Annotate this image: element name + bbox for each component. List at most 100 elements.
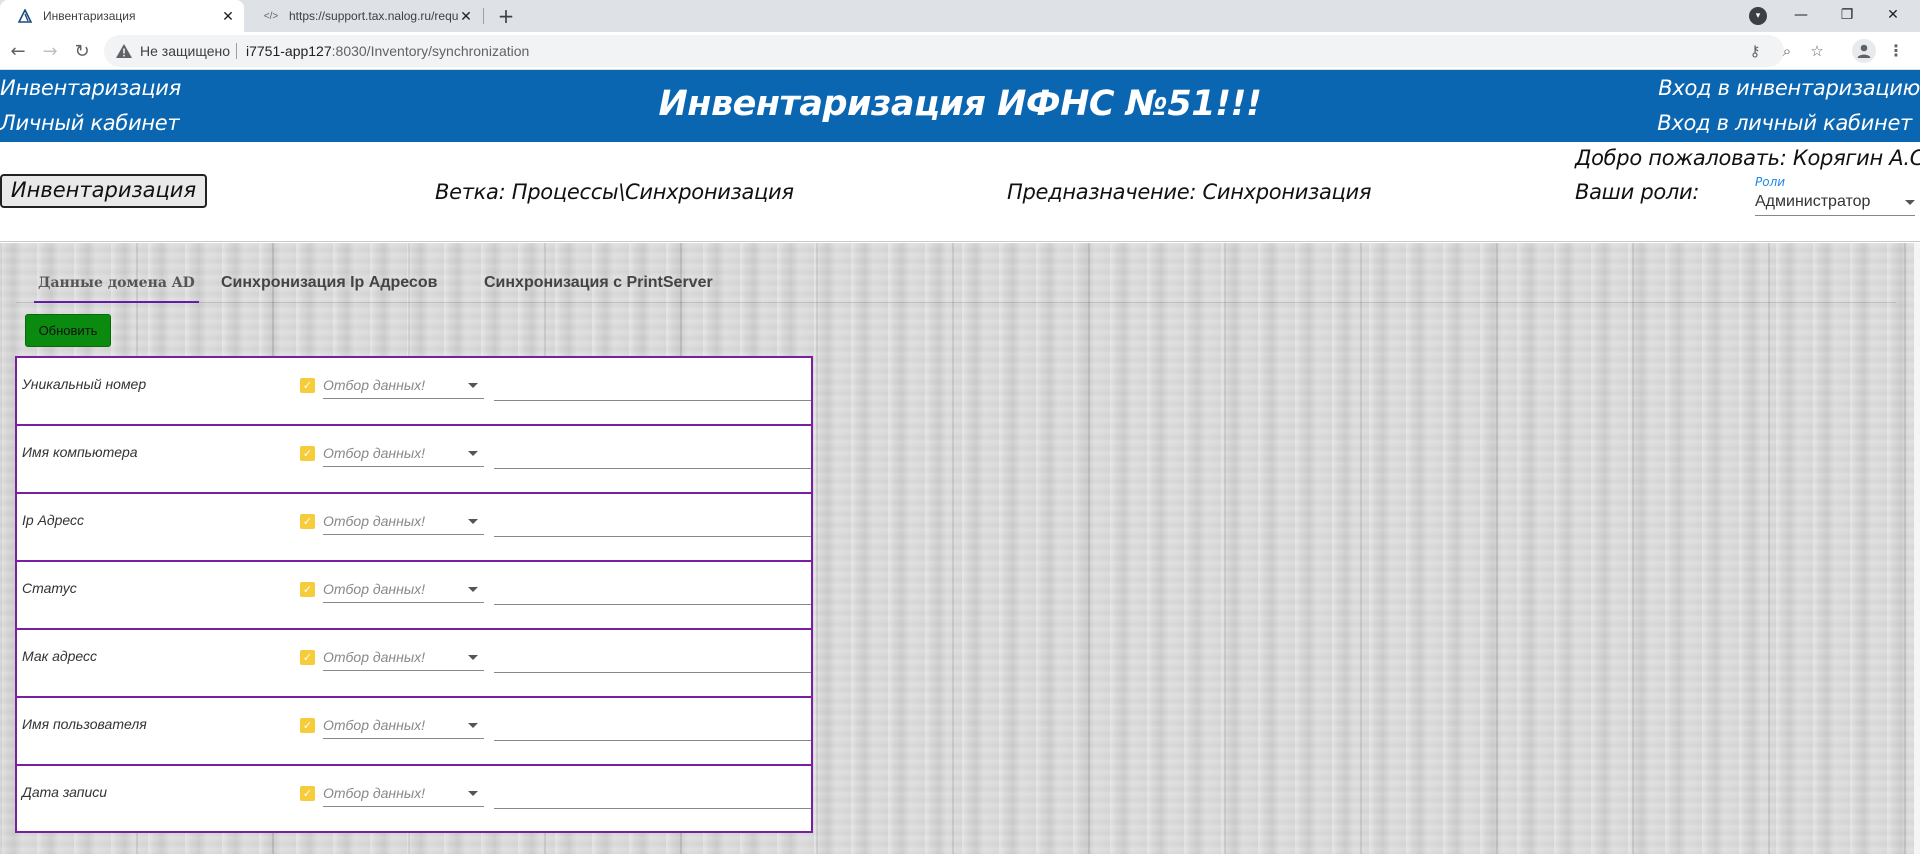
filter-select-placeholder: Отбор данных!: [323, 445, 426, 461]
url-path: :8030/Inventory/synchronization: [331, 43, 530, 59]
tabs-divider: [16, 302, 1896, 303]
tab-ad-data[interactable]: Данные домена AD: [34, 265, 199, 303]
filter-panel: Уникальный номер ✓ Отбор данных! Имя ком…: [15, 356, 813, 833]
app-header: Инвентаризация Личный кабинет Инвентариз…: [0, 70, 1920, 142]
tab-ip-sync[interactable]: Синхронизация Ip Адресов: [221, 265, 437, 301]
minimize-icon[interactable]: —: [1778, 0, 1824, 30]
zoom-icon[interactable]: ⌕: [1778, 42, 1796, 60]
browser-tab-title: Инвентаризация: [43, 9, 136, 23]
filter-select[interactable]: Отбор данных!: [323, 780, 484, 807]
filter-value-input[interactable]: [494, 712, 811, 741]
filter-value-input[interactable]: [494, 576, 811, 605]
filter-select[interactable]: Отбор данных!: [323, 576, 484, 603]
filter-row: Имя компьютера ✓ Отбор данных!: [15, 424, 813, 492]
filter-select[interactable]: Отбор данных!: [323, 644, 484, 671]
filter-checkbox[interactable]: ✓: [300, 378, 315, 393]
forward-icon[interactable]: →: [38, 39, 62, 63]
url-text[interactable]: i7751-app127:8030/Inventory/synchronizat…: [246, 43, 529, 59]
filter-value-input[interactable]: [494, 372, 811, 401]
chevron-down-icon: [468, 383, 478, 388]
close-tab-icon[interactable]: ✕: [458, 8, 474, 24]
welcome-text: Добро пожаловать: Корягин А.С.: [1575, 146, 1920, 170]
filter-label: Статус: [22, 580, 77, 596]
chevron-down-icon: [468, 451, 478, 456]
filter-row: Имя пользователя ✓ Отбор данных!: [15, 696, 813, 764]
chevron-down-icon: [1905, 200, 1915, 205]
tab-separator: [483, 8, 484, 24]
roles-select-value: Администратор: [1755, 193, 1871, 210]
filter-select-placeholder: Отбор данных!: [323, 513, 426, 529]
refresh-button[interactable]: Обновить: [25, 314, 111, 347]
filter-value-input[interactable]: [494, 508, 811, 537]
filter-select[interactable]: Отбор данных!: [323, 508, 484, 535]
filter-row: Ip Адресс ✓ Отбор данных!: [15, 492, 813, 560]
tab-search-icon[interactable]: ▾: [1749, 7, 1767, 25]
browser-tab-active[interactable]: Инвентаризация ✕: [0, 0, 244, 32]
browser-tab-strip: Инвентаризация ✕ </> https://support.tax…: [0, 0, 1920, 32]
filter-checkbox[interactable]: ✓: [300, 718, 315, 733]
filter-checkbox[interactable]: ✓: [300, 650, 315, 665]
filter-checkbox[interactable]: ✓: [300, 786, 315, 801]
info-bar: Инвентаризация Ветка: Процессы\Синхрониз…: [0, 142, 1920, 242]
inventory-button[interactable]: Инвентаризация: [0, 174, 207, 208]
filter-select-placeholder: Отбор данных!: [323, 717, 426, 733]
close-icon[interactable]: ✕: [1870, 0, 1916, 30]
back-icon[interactable]: ←: [6, 39, 30, 63]
filter-value-input[interactable]: [494, 644, 811, 673]
filter-label: Имя пользователя: [22, 716, 147, 732]
filter-row: Уникальный номер ✓ Отбор данных!: [15, 356, 813, 424]
browser-tab-inactive[interactable]: </> https://support.tax.nalog.ru/requ ✕: [246, 0, 482, 32]
filter-select-placeholder: Отбор данных!: [323, 377, 426, 393]
address-bar[interactable]: Не защищено i7751-app127:8030/Inventory/…: [104, 35, 1824, 67]
filter-select[interactable]: Отбор данных!: [323, 440, 484, 467]
omnibox-separator: [236, 43, 237, 59]
roles-select[interactable]: Администратор: [1755, 190, 1915, 216]
filter-label: Имя компьютера: [22, 444, 138, 460]
browser-tab-title: https://support.tax.nalog.ru/requ: [289, 9, 458, 23]
menu-icon[interactable]: ⋮: [1886, 39, 1906, 63]
filter-label: Дата записи: [22, 784, 108, 800]
filter-select[interactable]: Отбор данных!: [323, 712, 484, 739]
warning-icon: [116, 44, 132, 58]
scrollbar-track[interactable]: [1914, 243, 1920, 854]
code-favicon-icon: </>: [263, 10, 279, 22]
chevron-down-icon: [468, 587, 478, 592]
roles-field-label: Роли: [1755, 175, 1786, 189]
filter-select-placeholder: Отбор данных!: [323, 785, 426, 801]
tab-printserver-sync[interactable]: Синхронизация с PrintServer: [484, 265, 713, 301]
filter-checkbox[interactable]: ✓: [300, 514, 315, 529]
filter-label: Ip Адресс: [22, 512, 85, 528]
filter-row: Мак адресс ✓ Отбор данных!: [15, 628, 813, 696]
filter-select[interactable]: Отбор данных!: [323, 372, 484, 399]
star-icon[interactable]: ☆: [1808, 42, 1826, 60]
restore-icon[interactable]: ❐: [1824, 0, 1870, 30]
security-status[interactable]: Не защищено: [140, 43, 230, 59]
filter-value-input[interactable]: [494, 780, 811, 809]
filter-row: Статус ✓ Отбор данных!: [15, 560, 813, 628]
filter-select-placeholder: Отбор данных!: [323, 649, 426, 665]
chevron-down-icon: [468, 519, 478, 524]
url-host: i7751-app127: [246, 43, 332, 59]
login-cabinet-link[interactable]: Вход в личный кабинет: [1657, 111, 1912, 135]
filter-label: Мак адресс: [22, 648, 98, 664]
chevron-down-icon: [468, 791, 478, 796]
reload-icon[interactable]: ↻: [70, 39, 94, 63]
filter-select-placeholder: Отбор данных!: [323, 581, 426, 597]
filter-label: Уникальный номер: [22, 376, 147, 392]
chevron-down-icon: [468, 723, 478, 728]
app-favicon-icon: [17, 8, 33, 24]
chevron-down-icon: [468, 655, 478, 660]
login-inventory-link[interactable]: Вход в инвентаризацию: [1658, 76, 1920, 100]
filter-checkbox[interactable]: ✓: [300, 446, 315, 461]
filter-row: Дата записи ✓ Отбор данных!: [15, 764, 813, 833]
purpose-text: Предназначение: Синхронизация: [1007, 180, 1372, 204]
close-tab-icon[interactable]: ✕: [220, 8, 236, 24]
new-tab-button[interactable]: +: [494, 4, 518, 28]
key-icon[interactable]: ⚷: [1746, 42, 1764, 60]
roles-label: Ваши роли:: [1575, 180, 1700, 204]
branch-text: Ветка: Процессы\Синхронизация: [435, 180, 794, 204]
filter-value-input[interactable]: [494, 440, 811, 469]
filter-checkbox[interactable]: ✓: [300, 582, 315, 597]
profile-icon[interactable]: [1852, 39, 1876, 63]
content-area: Данные домена AD Синхронизация Ip Адресо…: [0, 243, 1920, 854]
